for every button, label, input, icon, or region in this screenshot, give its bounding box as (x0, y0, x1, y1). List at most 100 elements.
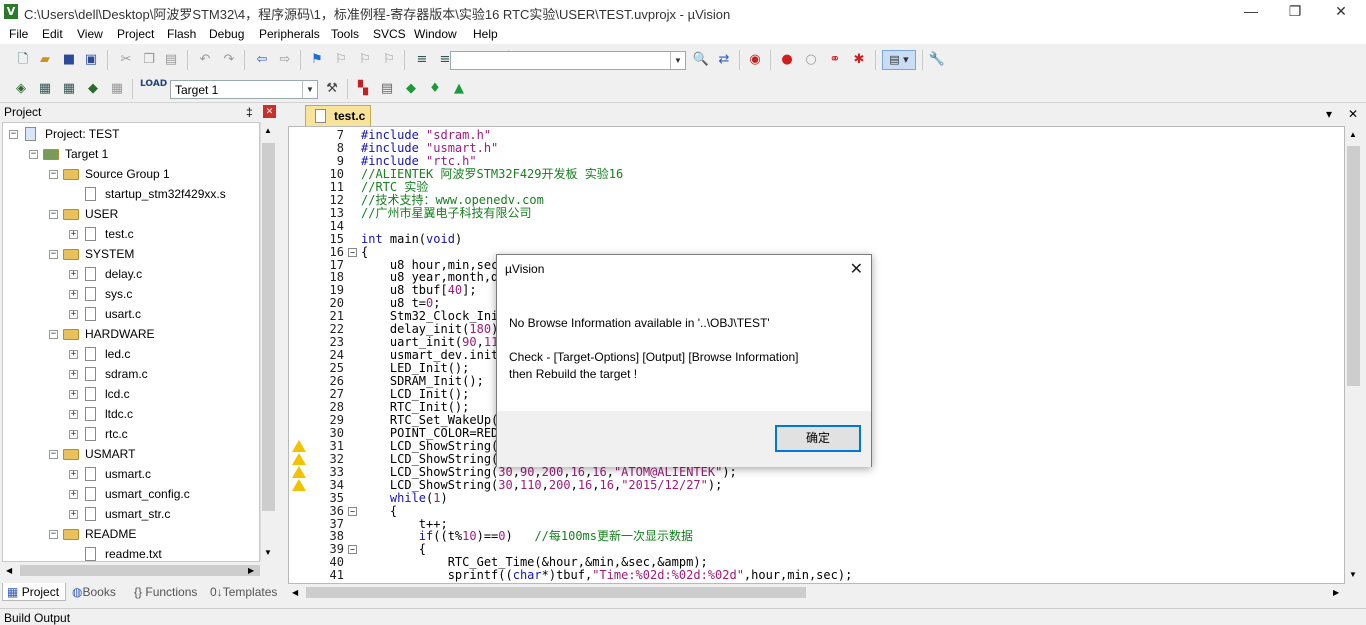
editor-hscroll-thumb[interactable] (306, 587, 806, 598)
disable-breakpoint-icon[interactable]: ○ (802, 51, 820, 69)
scroll-left-icon[interactable]: ◀ (292, 588, 298, 597)
tab-list-dropdown-icon[interactable]: ▾ (1326, 107, 1332, 121)
clear-bookmarks-icon[interactable]: ⚐ (380, 51, 398, 69)
scroll-up-icon[interactable]: ▲ (1349, 130, 1357, 139)
cut-icon[interactable]: ✂ (117, 51, 135, 69)
find-icon[interactable]: 🔍 (692, 51, 710, 69)
tree-item[interactable]: − Source Group 1 (3, 164, 259, 184)
batch-build-icon[interactable]: ◆ (84, 80, 102, 98)
tree-item[interactable]: + sys.c (3, 284, 259, 304)
tab-project[interactable]: ▦ Project (2, 583, 66, 601)
tree-item[interactable]: readme.txt (3, 544, 259, 561)
scroll-left-icon[interactable]: ◀ (6, 566, 12, 575)
scroll-right-icon[interactable]: ▶ (248, 566, 254, 575)
menu-flash[interactable]: Flash (167, 27, 196, 41)
scroll-right-icon[interactable]: ▶ (1333, 588, 1339, 597)
minimize-button[interactable]: — (1228, 0, 1274, 24)
chevron-down-icon[interactable]: ▼ (670, 52, 685, 69)
collapse-icon[interactable]: − (9, 130, 18, 139)
menu-tools[interactable]: Tools (331, 27, 359, 41)
translate-icon[interactable]: ◈ (12, 80, 30, 98)
clear-breakpoints-icon[interactable]: ⚭ (826, 51, 844, 69)
scroll-up-icon[interactable]: ▲ (264, 126, 272, 135)
tree-item[interactable]: − HARDWARE (3, 324, 259, 344)
expand-icon[interactable]: + (69, 410, 78, 419)
collapse-icon[interactable]: − (49, 210, 58, 219)
project-tree-hscroll-thumb[interactable] (20, 565, 260, 576)
indent-icon[interactable]: ≡ (413, 51, 431, 69)
fold-icon[interactable]: − (348, 507, 357, 516)
tree-item[interactable]: − USER (3, 204, 259, 224)
tab-books[interactable]: ◍Books (68, 583, 128, 601)
expand-icon[interactable]: + (69, 490, 78, 499)
menu-project[interactable]: Project (117, 27, 154, 41)
menu-file[interactable]: File (9, 27, 28, 41)
editor-vscroll-thumb[interactable] (1347, 146, 1360, 386)
expand-icon[interactable]: + (69, 290, 78, 299)
tree-item[interactable]: + usmart.c (3, 464, 259, 484)
tree-item[interactable]: + test.c (3, 224, 259, 244)
tab-templates[interactable]: 0↓Templates (206, 583, 279, 601)
tree-item[interactable]: − README (3, 524, 259, 544)
menu-debug[interactable]: Debug (209, 27, 244, 41)
collapse-icon[interactable]: − (29, 150, 38, 159)
save-icon[interactable]: ■ (60, 51, 78, 69)
expand-icon[interactable]: + (69, 270, 78, 279)
redo-icon[interactable]: ↷ (220, 51, 238, 69)
collapse-icon[interactable]: − (49, 330, 58, 339)
project-tree[interactable]: − Project: TEST − Target 1− Source Group 1st… (2, 122, 260, 562)
breakpoint-icon[interactable]: ● (778, 51, 796, 69)
tree-item[interactable]: + usart.c (3, 304, 259, 324)
kill-breakpoints-icon[interactable]: ✱ (850, 51, 868, 69)
incremental-find-icon[interactable]: ⇄ (715, 51, 733, 69)
tree-item[interactable]: + sdram.c (3, 364, 259, 384)
tab-functions[interactable]: {} Functions (130, 583, 206, 601)
expand-icon[interactable]: + (69, 230, 78, 239)
bookmark-icon[interactable]: ⚑ (308, 51, 326, 69)
copy-icon[interactable]: ❐ (140, 51, 158, 69)
chevron-down-icon[interactable]: ▼ (302, 81, 317, 98)
pack-installer-icon[interactable]: ♦ (426, 80, 444, 98)
tree-item[interactable]: + usmart_str.c (3, 504, 259, 524)
tree-item[interactable]: − Target 1 (3, 144, 259, 164)
next-bookmark-icon[interactable]: ⚐ (356, 51, 374, 69)
target-options-icon[interactable]: ⚒ (323, 80, 341, 98)
tree-item[interactable]: − USMART (3, 444, 259, 464)
tree-item[interactable]: + led.c (3, 344, 259, 364)
expand-icon[interactable]: + (69, 350, 78, 359)
tree-item[interactable]: + rtc.c (3, 424, 259, 444)
find-combo[interactable]: ▼ (450, 51, 686, 70)
menu-help[interactable]: Help (473, 27, 498, 41)
debug-start-icon[interactable]: ◉ (746, 51, 764, 69)
menu-peripherals[interactable]: Peripherals (259, 27, 320, 41)
prev-bookmark-icon[interactable]: ⚐ (332, 51, 350, 69)
collapse-icon[interactable]: − (49, 250, 58, 259)
manage-rte-icon[interactable]: ◆ (402, 80, 420, 98)
menu-window[interactable]: Window (414, 27, 457, 41)
scroll-down-icon[interactable]: ▼ (1349, 570, 1357, 579)
build-icon[interactable]: ▦ (36, 80, 54, 98)
menu-view[interactable]: View (77, 27, 103, 41)
tree-item[interactable]: + usmart_config.c (3, 484, 259, 504)
expand-icon[interactable]: + (69, 310, 78, 319)
close-tab-icon[interactable]: ✕ (1348, 107, 1358, 121)
nav-forward-icon[interactable]: ⇨ (276, 51, 294, 69)
configure-icon[interactable]: 🔧 (928, 51, 946, 69)
fold-icon[interactable]: − (348, 545, 357, 554)
rebuild-icon[interactable]: ▦ (60, 80, 78, 98)
close-window-button[interactable]: ✕ (1318, 0, 1364, 24)
close-panel-icon[interactable]: ✕ (263, 105, 276, 118)
expand-icon[interactable]: + (69, 370, 78, 379)
tab-test-c[interactable]: test.c (305, 105, 371, 126)
expand-icon[interactable]: + (69, 510, 78, 519)
software-packs-icon[interactable]: ▲ (450, 80, 468, 98)
fold-icon[interactable]: − (348, 248, 357, 257)
download-load-icon[interactable]: LOAD (140, 80, 167, 98)
project-tree-vscroll-thumb[interactable] (262, 143, 275, 511)
new-file-icon[interactable]: 🗋 (14, 51, 32, 69)
dialog-close-icon[interactable]: ✕ (850, 259, 863, 279)
manage-project-items-icon[interactable]: ▚ (354, 80, 372, 98)
tree-item[interactable]: startup_stm32f429xx.s (3, 184, 259, 204)
expand-icon[interactable]: + (69, 470, 78, 479)
collapse-icon[interactable]: − (49, 530, 58, 539)
